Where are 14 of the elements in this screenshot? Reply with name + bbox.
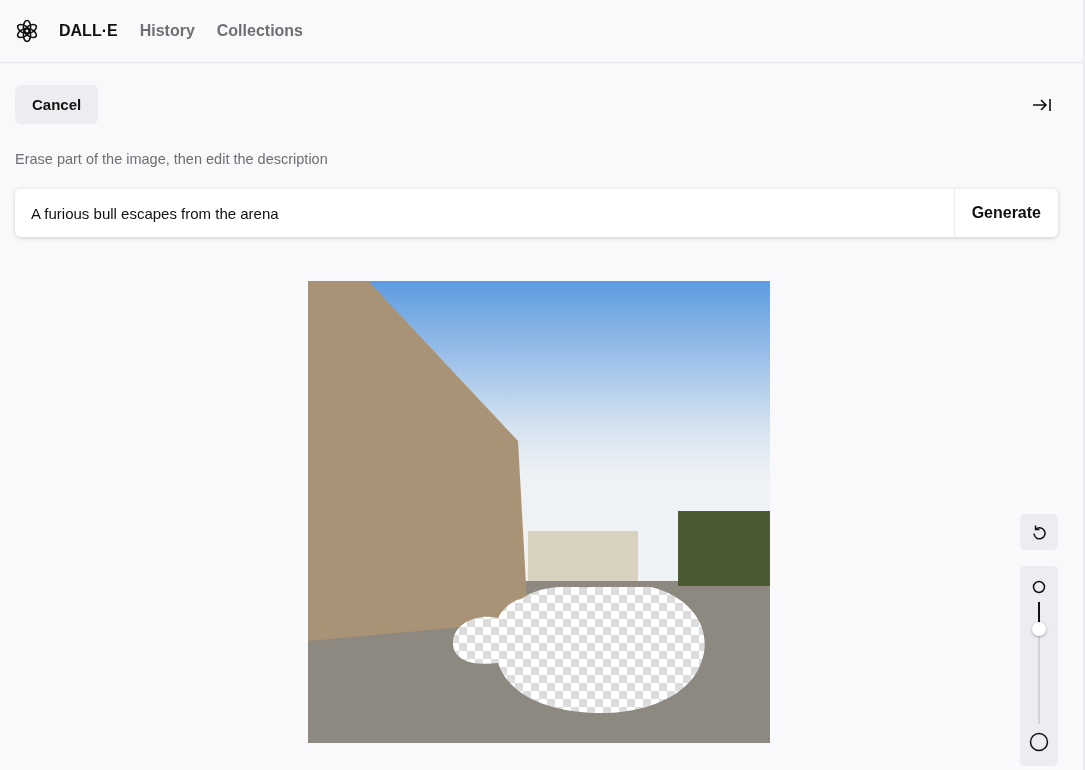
instruction-text: Erase part of the image, then edit the description	[15, 151, 329, 167]
logo-icon[interactable]	[15, 19, 39, 43]
large-brush-icon	[1029, 732, 1049, 752]
prompt-field[interactable]: A furious bull escapes from the arena Generate	[15, 189, 1058, 237]
slider-thumb[interactable]	[1032, 621, 1046, 636]
undo-icon	[1031, 524, 1047, 540]
nav-link[interactable]: History	[139, 22, 195, 40]
collapse-panel-icon[interactable]	[1032, 96, 1052, 113]
generate-button[interactable]: Generate	[953, 189, 1058, 237]
small-brush-icon	[1032, 580, 1046, 594]
nav-link[interactable]: Collections	[216, 22, 303, 40]
undo-button[interactable]	[1020, 514, 1058, 550]
cancel-button[interactable]: Cancel	[15, 85, 99, 124]
brand-link[interactable]: DALL·E	[59, 22, 118, 40]
